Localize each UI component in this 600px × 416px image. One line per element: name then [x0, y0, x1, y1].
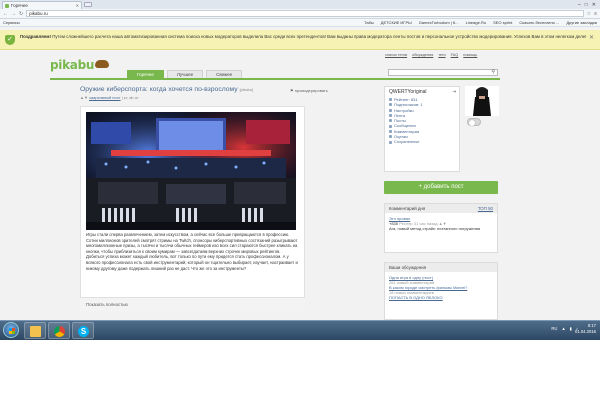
- post-image[interactable]: [86, 112, 296, 230]
- post-text: Игры стали сперва развлечением, затем ис…: [86, 232, 298, 271]
- profile-item-saved[interactable]: Сохраненные: [389, 139, 455, 144]
- esports-arena-illustration: [86, 112, 296, 230]
- site-header: pikabu ⚲: [0, 57, 600, 79]
- bookmark-item[interactable]: SEO sprint: [493, 20, 512, 25]
- taskbar-skype[interactable]: S: [72, 322, 94, 339]
- post-meta-link[interactable]: заархивный пост: [89, 95, 120, 100]
- add-post-button[interactable]: + добавить пост: [384, 181, 498, 194]
- taskbar-explorer[interactable]: [24, 322, 46, 339]
- posts-icon: [389, 119, 392, 123]
- bookmarks-bar: Сервисы Табы ДЕТСКИЕ ИГРЫ GamesTurbodom …: [0, 19, 600, 27]
- start-button[interactable]: [3, 322, 19, 338]
- desktop-screen: Горячее ✕ – □ ✕ ← → ↻ pikabu.ru ☆ ≡ Серв…: [0, 0, 600, 340]
- browser-tab[interactable]: Горячее ✕: [2, 1, 82, 9]
- comment-of-day-header: Комментарий дня ТОП 50: [385, 204, 497, 213]
- top50-link[interactable]: ТОП 50: [478, 206, 493, 211]
- tab-hot[interactable]: Горячее: [127, 70, 164, 78]
- browser-titlebar: Горячее ✕ – □ ✕: [0, 0, 600, 9]
- comment-text: Ага, новый метод страйк: поэтапного погр…: [389, 226, 481, 231]
- clock-date: 01.04.2016: [575, 329, 596, 334]
- notice-title: Поздравляем!: [20, 34, 51, 39]
- bookmark-item[interactable]: Сервисы: [3, 20, 20, 25]
- pin-icon: ⚑: [290, 88, 294, 93]
- chrome-icon: [54, 326, 65, 337]
- pikabu-logo[interactable]: pikabu: [50, 58, 110, 72]
- discussion-link[interactable]: ПОПАСТЬ В ОДНО ЯБЛОКО: [389, 295, 443, 300]
- url-field[interactable]: pikabu.ru: [26, 10, 584, 17]
- minimize-button[interactable]: –: [578, 2, 581, 8]
- bookmark-item[interactable]: GamesTurbodom | К...: [419, 20, 459, 25]
- avatar-image: [465, 86, 499, 116]
- menu-icon[interactable]: ≡: [594, 11, 597, 17]
- forward-icon[interactable]: →: [11, 11, 16, 17]
- feed-icon: [389, 114, 392, 118]
- comment-of-day-panel: Комментарий дня ТОП 50 Это провал +835 Р…: [384, 203, 498, 253]
- search-input[interactable]: ⚲: [388, 69, 498, 76]
- logout-icon[interactable]: ⇥: [452, 89, 456, 95]
- maximize-button[interactable]: □: [585, 2, 588, 8]
- feed-tabs: Горячее Лучшее Свежее: [127, 70, 243, 78]
- system-tray: RU ▲ ▮ ♪: [551, 326, 578, 331]
- logo-text: pikabu: [50, 58, 95, 72]
- moderator-notice: ✓ Поздравляем! Путем сложнейшего расчета…: [0, 30, 600, 50]
- close-tab-icon[interactable]: ✕: [76, 3, 79, 8]
- tab-best[interactable]: Лучшее: [166, 70, 204, 78]
- bookmark-item[interactable]: Другие закладки: [566, 20, 597, 25]
- profile-panel: QWERTYoriginal Рейтинг: 831 Подписчиков:…: [384, 86, 460, 172]
- settings-icon: [389, 108, 392, 112]
- close-window-button[interactable]: ✕: [592, 2, 596, 8]
- post-tag: [pikabu]: [239, 88, 253, 92]
- post-title[interactable]: Оружие киберспорта: когда хочется по-взр…: [80, 86, 305, 93]
- pikabu-favicon-icon: [5, 3, 9, 8]
- post-meta: ▲▼ заархивный пост | кт, ab от: [80, 95, 305, 100]
- votes-icon: [389, 135, 392, 139]
- bookmark-item[interactable]: ДЕТСКИЕ ИГРЫ: [381, 20, 412, 25]
- username[interactable]: QWERTYoriginal: [389, 89, 455, 95]
- comments-icon: [389, 129, 392, 133]
- notice-text: Путем сложнейшего расчета наша автоматиз…: [50, 34, 587, 39]
- language-indicator[interactable]: RU: [551, 326, 557, 331]
- taskbar: S RU ▲ ▮ ♪ 8:17 01.04.2016: [0, 320, 600, 340]
- clock[interactable]: 8:17 01.04.2016: [575, 323, 596, 335]
- reload-icon[interactable]: ↻: [19, 11, 23, 17]
- star-icon[interactable]: ☆: [587, 11, 591, 17]
- moderate-link[interactable]: ⚑ промодерировать: [290, 88, 328, 93]
- close-icon[interactable]: ✕: [589, 35, 594, 41]
- read-more-button[interactable]: Показать полностью: [80, 297, 305, 312]
- tab-title: Горячее: [11, 3, 28, 8]
- post-header: Оружие киберспорта: когда хочется по-взр…: [80, 86, 328, 100]
- back-icon[interactable]: ←: [3, 11, 8, 17]
- votes-arrows-icon[interactable]: ▲▼: [80, 95, 88, 100]
- discussions-header: Ваши обсуждения: [385, 263, 497, 272]
- taskbar-chrome[interactable]: [48, 322, 70, 339]
- address-bar: ← → ↻ pikabu.ru ☆ ≡: [0, 9, 600, 19]
- skype-icon: S: [78, 326, 89, 337]
- bookmark-item[interactable]: Табы: [364, 20, 374, 25]
- avatar[interactable]: [465, 86, 499, 116]
- header-divider: [50, 78, 500, 80]
- post-meta-rest: | кт, ab от: [120, 95, 139, 100]
- discussions-panel: Ваши обсуждения Одна игра в одну (пост) …: [384, 262, 498, 320]
- bun-icon: [95, 60, 110, 68]
- window-controls: – □ ✕: [578, 2, 600, 8]
- rating-icon: [389, 98, 392, 102]
- tab-new[interactable]: Свежее: [206, 70, 243, 78]
- search-icon[interactable]: ⚲: [491, 69, 495, 75]
- folder-icon: [30, 326, 41, 337]
- saved-icon: [389, 140, 392, 144]
- new-tab-button[interactable]: [84, 2, 92, 7]
- url-text: pikabu.ru: [29, 11, 48, 16]
- subscribers-icon: [389, 103, 392, 107]
- shield-icon: ✓: [5, 35, 15, 45]
- messages-icon: [389, 124, 392, 128]
- bookmark-item[interactable]: Lineage.Ru: [466, 20, 486, 25]
- network-icon[interactable]: ▮: [570, 326, 572, 331]
- bookmark-item[interactable]: Скачать бесплатно ...: [519, 20, 559, 25]
- theme-toggle[interactable]: [467, 118, 481, 126]
- tray-arrow-icon[interactable]: ▲: [561, 326, 565, 331]
